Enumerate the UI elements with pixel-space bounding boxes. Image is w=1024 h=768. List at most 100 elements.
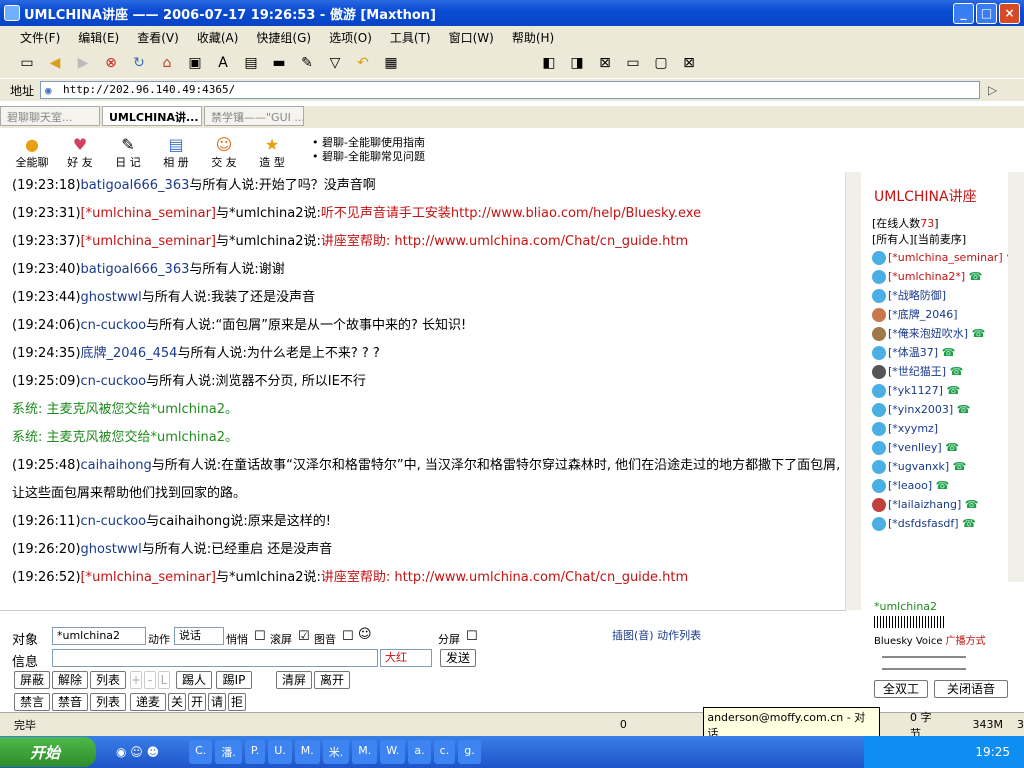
list-button[interactable]: 列表 bbox=[90, 671, 126, 689]
user-item[interactable]: [*战略防御] bbox=[862, 286, 1024, 305]
user-filter-links[interactable]: [所有人][当前麦序] bbox=[862, 232, 1024, 248]
forward-icon[interactable]: ▶ bbox=[72, 52, 94, 74]
taskbar-item[interactable]: P. bbox=[244, 740, 266, 764]
address-input[interactable]: ◉ http://202.96.140.49:4365/ bbox=[40, 81, 981, 99]
user-item[interactable]: [*lailaizhang] ☎ bbox=[862, 495, 1024, 514]
taskbar-item[interactable]: W. bbox=[380, 740, 406, 764]
image-checkbox[interactable]: ☐ bbox=[342, 629, 354, 644]
maximize-button[interactable]: □ bbox=[976, 3, 997, 24]
menu-view[interactable]: 查看(V) bbox=[137, 29, 179, 46]
insert-link[interactable]: 插图(音) 动作列表 bbox=[612, 627, 701, 643]
tab-bliao[interactable]: 碧聊聊天室... bbox=[0, 106, 100, 126]
volume-slider[interactable] bbox=[882, 656, 966, 658]
taskbar-item[interactable]: C. bbox=[189, 740, 213, 764]
on-button[interactable]: 开 bbox=[188, 693, 206, 711]
menu-groups[interactable]: 快捷组(G) bbox=[256, 29, 311, 46]
taskbar-item[interactable]: g. bbox=[458, 740, 481, 764]
action-select[interactable]: 说话 bbox=[174, 627, 224, 645]
close-voice-button[interactable]: 关闭语音 bbox=[934, 680, 1008, 698]
back-icon[interactable]: ◀ bbox=[44, 52, 66, 74]
new-page-icon[interactable]: ▭ bbox=[16, 52, 38, 74]
menu-help[interactable]: 帮助(H) bbox=[512, 29, 554, 46]
monitor-icon[interactable]: ▬ bbox=[268, 52, 290, 74]
unblock-button[interactable]: 解除 bbox=[52, 671, 88, 689]
clear-button[interactable]: 清屏 bbox=[276, 671, 312, 689]
taskbar-item[interactable]: M. bbox=[294, 740, 320, 764]
menu-file[interactable]: 文件(F) bbox=[20, 29, 60, 46]
message-input[interactable] bbox=[52, 649, 378, 667]
window-icon[interactable]: ▣ bbox=[184, 52, 206, 74]
taskbar-item[interactable]: 米. bbox=[322, 740, 350, 764]
pass-mic-button[interactable]: 递麦 bbox=[130, 693, 166, 711]
next-tab-icon[interactable]: ◨ bbox=[566, 52, 588, 74]
clock[interactable]: 19:25 bbox=[975, 745, 1010, 759]
send-button[interactable]: 发送 bbox=[440, 649, 476, 667]
go-icon[interactable]: ▷ bbox=[988, 83, 997, 97]
guide-link[interactable]: • 碧聊-全能聊使用指南 bbox=[312, 136, 425, 150]
user-item[interactable]: [*xyymz] bbox=[862, 419, 1024, 438]
start-button[interactable]: 开始 bbox=[0, 737, 96, 767]
duplex-button[interactable]: 全双工 bbox=[874, 680, 928, 698]
taskbar-item[interactable]: c. bbox=[433, 740, 456, 764]
user-item[interactable]: [*umlchina2*] ☎ bbox=[862, 267, 1024, 286]
menu-window[interactable]: 窗口(W) bbox=[449, 29, 494, 46]
l-button[interactable]: L bbox=[158, 671, 170, 689]
color-select[interactable]: 大红 bbox=[380, 649, 432, 667]
user-item[interactable]: [*yk1127] ☎ bbox=[862, 381, 1024, 400]
scroll-checkbox[interactable]: ☑ bbox=[298, 629, 310, 644]
user-item[interactable]: [*umlchina_seminar] ☎ bbox=[862, 248, 1024, 267]
user-item[interactable]: [*体温37] ☎ bbox=[862, 343, 1024, 362]
user-item[interactable]: [*venlley] ☎ bbox=[862, 438, 1024, 457]
menu-tools[interactable]: 工具(T) bbox=[390, 29, 431, 46]
mute-text-button[interactable]: 禁言 bbox=[14, 693, 50, 711]
minimize-button[interactable]: _ bbox=[953, 3, 974, 24]
kick-ip-button[interactable]: 踢IP bbox=[216, 671, 252, 689]
style-button[interactable]: ★ 造 型 bbox=[248, 132, 296, 170]
friends-button[interactable]: ♥ 好 友 bbox=[56, 132, 104, 170]
user-item[interactable]: [*俺来泡妞吹水] ☎ bbox=[862, 324, 1024, 343]
tab-gui[interactable]: 禁学镶——"GUI ... bbox=[204, 106, 304, 126]
user-item[interactable]: [*leaoo] ☎ bbox=[862, 476, 1024, 495]
reject-button[interactable]: 拒 bbox=[228, 693, 246, 711]
menu-favorites[interactable]: 收藏(A) bbox=[197, 29, 239, 46]
kick-button[interactable]: 踢人 bbox=[176, 671, 212, 689]
mic-slider[interactable] bbox=[882, 668, 966, 670]
user-item[interactable]: [*dsfdsfasdf] ☎ bbox=[862, 514, 1024, 533]
min-tab-icon[interactable]: ▭ bbox=[622, 52, 644, 74]
target-select[interactable]: *umlchina2 bbox=[52, 627, 146, 645]
split-checkbox[interactable]: ☐ bbox=[466, 629, 478, 644]
allchat-button[interactable]: ● 全能聊 bbox=[8, 132, 56, 170]
faq-link[interactable]: • 碧聊-全能聊常见问题 bbox=[312, 150, 425, 164]
leave-button[interactable]: 离开 bbox=[314, 671, 350, 689]
quicklaunch-icon[interactable]: ◉ ☺ ☻ bbox=[116, 745, 159, 759]
menu-edit[interactable]: 编辑(E) bbox=[78, 29, 119, 46]
user-item[interactable]: [*yinx2003] ☎ bbox=[862, 400, 1024, 419]
album-button[interactable]: ▤ 相 册 bbox=[152, 132, 200, 170]
taskbar-item[interactable]: M. bbox=[352, 740, 378, 764]
font-icon[interactable]: A bbox=[212, 52, 234, 74]
request-button[interactable]: 请 bbox=[208, 693, 226, 711]
tab-umlchina[interactable]: UMLCHINA讲... bbox=[102, 106, 202, 126]
sidebar-scrollbar[interactable] bbox=[1008, 172, 1024, 582]
chat-scrollbar[interactable] bbox=[845, 172, 861, 610]
taskbar-item[interactable]: U. bbox=[268, 740, 292, 764]
voice-mode[interactable]: 广播方式 bbox=[946, 636, 986, 647]
refresh-icon[interactable]: ↻ bbox=[128, 52, 150, 74]
restore-tab-icon[interactable]: ▢ bbox=[650, 52, 672, 74]
diary-button[interactable]: ✎ 日 记 bbox=[104, 132, 152, 170]
print-icon[interactable]: ▦ bbox=[380, 52, 402, 74]
list2-button[interactable]: 列表 bbox=[90, 693, 126, 711]
close-button[interactable]: × bbox=[999, 3, 1020, 24]
filter-icon[interactable]: ▽ bbox=[324, 52, 346, 74]
taskbar-item[interactable]: a. bbox=[408, 740, 431, 764]
image-icon[interactable]: ▤ bbox=[240, 52, 262, 74]
taskbar-item[interactable]: 潘. bbox=[215, 740, 242, 764]
minus-button[interactable]: - bbox=[144, 671, 156, 689]
whisper-checkbox[interactable]: ☐ bbox=[254, 629, 266, 644]
edit-icon[interactable]: ✎ bbox=[296, 52, 318, 74]
home-icon[interactable]: ⌂ bbox=[156, 52, 178, 74]
off-button[interactable]: 关 bbox=[168, 693, 186, 711]
close-tab-icon[interactable]: ⊠ bbox=[594, 52, 616, 74]
user-item[interactable]: [*世纪猫王] ☎ bbox=[862, 362, 1024, 381]
plus-button[interactable]: + bbox=[130, 671, 142, 689]
